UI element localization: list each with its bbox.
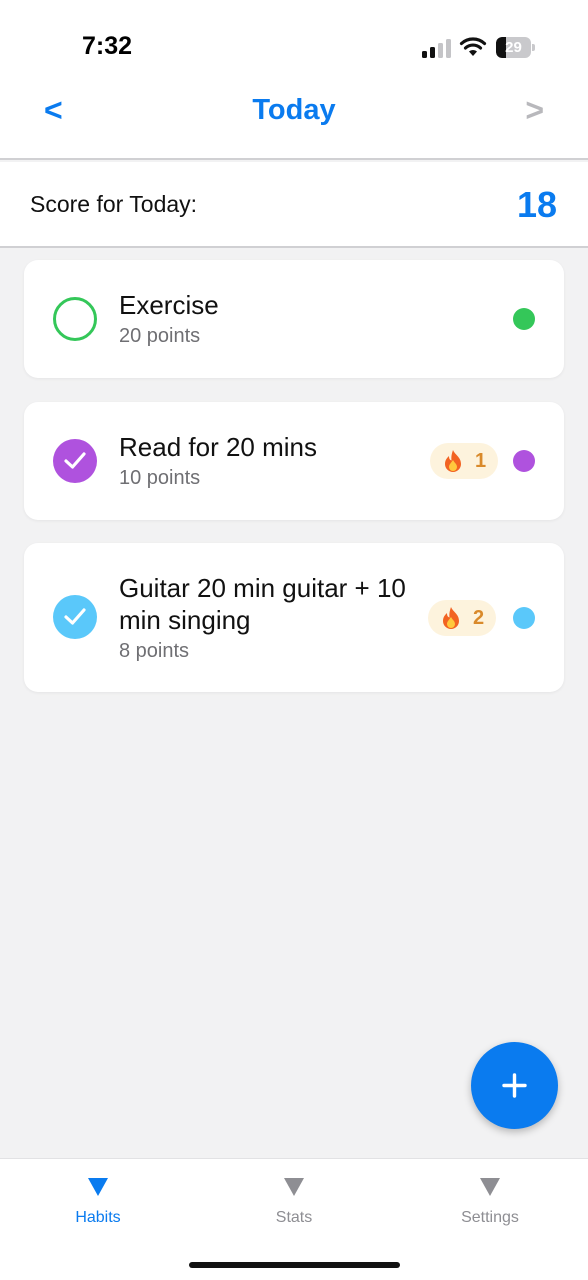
tab-stats[interactable]: Stats	[196, 1159, 392, 1239]
habit-title: Guitar 20 min guitar + 10 min singing	[119, 573, 406, 635]
triangle-down-icon	[88, 1178, 108, 1196]
habit-completed-checkmark-icon[interactable]	[53, 439, 97, 483]
habit-color-dot	[513, 607, 535, 629]
home-indicator	[189, 1262, 400, 1268]
habit-card-exercise[interactable]: Exercise 20 points	[24, 260, 564, 378]
tab-label: Habits	[75, 1209, 121, 1226]
battery-icon: 29	[496, 37, 535, 58]
cellular-signal-icon	[422, 39, 451, 58]
wifi-icon	[459, 37, 487, 56]
next-day-button[interactable]: >	[525, 92, 544, 129]
fire-icon	[445, 450, 461, 472]
status-time: 7:32	[82, 32, 133, 60]
streak-count: 2	[473, 607, 485, 629]
date-navigation-header: < Today >	[0, 80, 588, 160]
tab-label: Settings	[461, 1209, 519, 1226]
habit-title: Read for 20 mins	[119, 432, 317, 462]
habit-points: 20 points	[119, 325, 201, 347]
score-label: Score for Today:	[30, 191, 198, 217]
triangle-down-icon	[480, 1178, 500, 1196]
fire-icon	[443, 607, 459, 629]
tab-settings[interactable]: Settings	[392, 1159, 588, 1239]
status-bar: 7:32 29	[0, 0, 588, 80]
tab-habits[interactable]: Habits	[0, 1159, 196, 1239]
habit-incomplete-circle-icon[interactable]	[53, 297, 97, 341]
score-value: 18	[516, 184, 557, 225]
plus-icon	[502, 1073, 527, 1098]
habit-points: 10 points	[119, 467, 201, 489]
streak-badge: 2	[428, 600, 496, 636]
habit-color-dot	[513, 308, 535, 330]
habit-color-dot	[513, 450, 535, 472]
battery-level: 29	[505, 39, 522, 56]
habit-completed-checkmark-icon[interactable]	[53, 595, 97, 639]
daily-score-row: Score for Today: 18	[0, 162, 588, 248]
page-title: Today	[252, 94, 336, 126]
add-habit-button[interactable]	[471, 1042, 558, 1129]
habit-title: Exercise	[119, 290, 219, 320]
streak-count: 1	[475, 450, 487, 472]
triangle-down-icon	[284, 1178, 304, 1196]
streak-badge: 1	[430, 443, 498, 479]
habit-points: 8 points	[119, 640, 190, 662]
tab-label: Stats	[275, 1209, 313, 1226]
habit-card-read[interactable]: Read for 20 mins 10 points 1	[24, 402, 564, 520]
habit-card-guitar[interactable]: Guitar 20 min guitar + 10 min singing 8 …	[24, 543, 564, 692]
